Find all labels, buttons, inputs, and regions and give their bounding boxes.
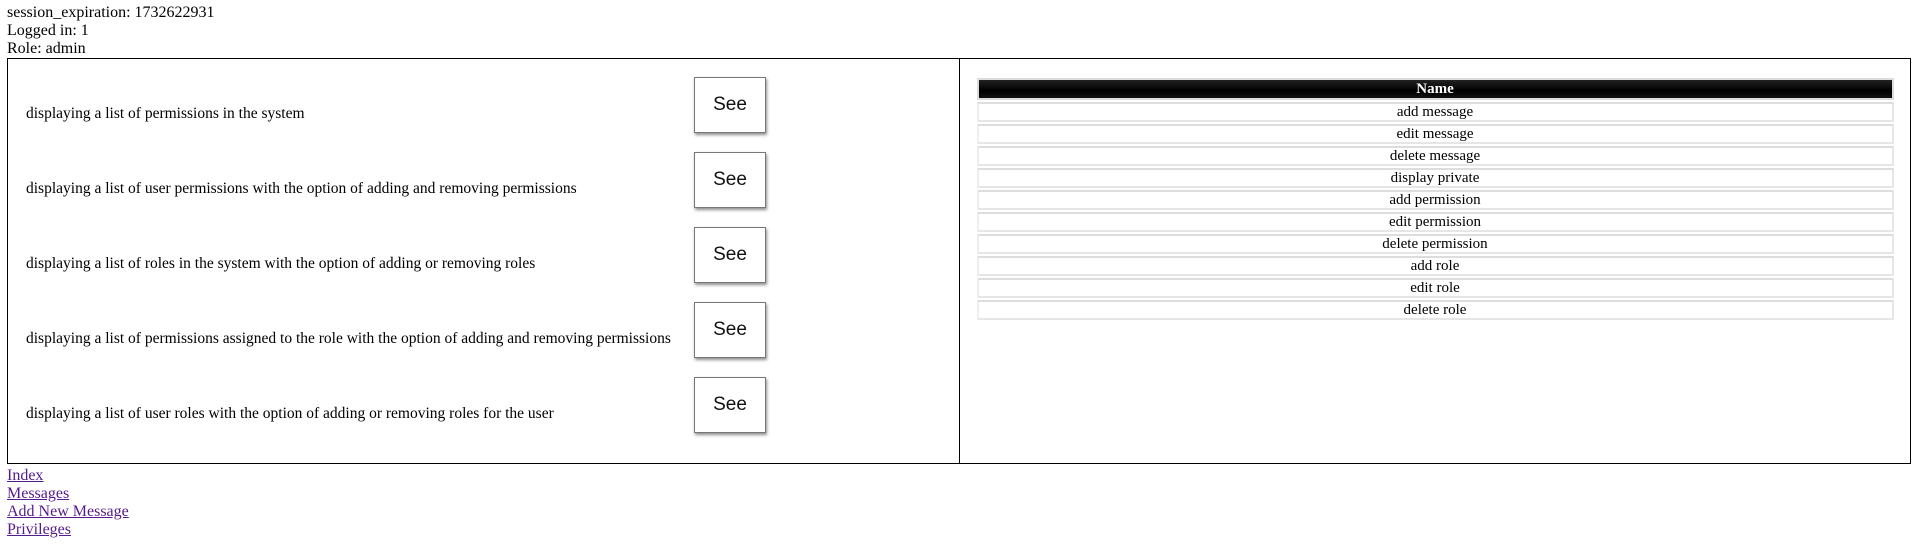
logged-in-text: Logged in: 1 (7, 22, 89, 39)
options-panel: displaying a list of permissions in the … (7, 58, 960, 464)
nav-link-privileges[interactable]: Privileges (7, 521, 129, 539)
see-roles-button[interactable]: See (694, 227, 766, 283)
table-cell: add permission (976, 190, 1894, 210)
table-cell: edit role (976, 278, 1894, 298)
option-text-user-roles: displaying a list of user roles with the… (26, 405, 554, 422)
table-cell: edit message (976, 124, 1894, 144)
option-text-user-permissions: displaying a list of user permissions wi… (26, 180, 577, 197)
table-row: display private (976, 168, 1894, 188)
footer-nav: Index Messages Add New Message Privilege… (7, 467, 129, 539)
nav-link-add-new-message[interactable]: Add New Message (7, 503, 129, 521)
nav-link-messages[interactable]: Messages (7, 485, 129, 503)
session-info: session_expiration: 1732622931 Logged in… (7, 4, 215, 58)
nav-link-index[interactable]: Index (7, 467, 129, 485)
table-row: edit message (976, 124, 1894, 144)
see-user-roles-button[interactable]: See (694, 377, 766, 433)
see-role-permissions-button[interactable]: See (694, 302, 766, 358)
option-text-permissions: displaying a list of permissions in the … (26, 105, 305, 122)
table-cell: delete role (976, 300, 1894, 320)
table-cell: delete message (976, 146, 1894, 166)
table-row: add role (976, 256, 1894, 276)
session-expiration-text: session_expiration: 1732622931 (7, 4, 215, 21)
permissions-panel: Name add message edit message delete mes… (958, 58, 1911, 464)
table-cell: add message (976, 102, 1894, 122)
table-row: delete message (976, 146, 1894, 166)
permissions-table: Name add message edit message delete mes… (976, 76, 1894, 322)
table-cell: add role (976, 256, 1894, 276)
see-user-permissions-button[interactable]: See (694, 152, 766, 208)
table-cell: display private (976, 168, 1894, 188)
table-row: add message (976, 102, 1894, 122)
option-text-roles: displaying a list of roles in the system… (26, 255, 536, 272)
table-cell: edit permission (976, 212, 1894, 232)
see-permissions-button[interactable]: See (694, 77, 766, 133)
table-row: delete role (976, 300, 1894, 320)
option-text-role-permissions: displaying a list of permissions assigne… (26, 330, 671, 347)
main-frame: displaying a list of permissions in the … (7, 58, 1911, 464)
table-row: edit permission (976, 212, 1894, 232)
column-header-name: Name (976, 78, 1894, 100)
table-header-row: Name (976, 78, 1894, 100)
table-cell: delete permission (976, 234, 1894, 254)
table-row: add permission (976, 190, 1894, 210)
table-row: delete permission (976, 234, 1894, 254)
table-row: edit role (976, 278, 1894, 298)
role-text: Role: admin (7, 40, 86, 57)
